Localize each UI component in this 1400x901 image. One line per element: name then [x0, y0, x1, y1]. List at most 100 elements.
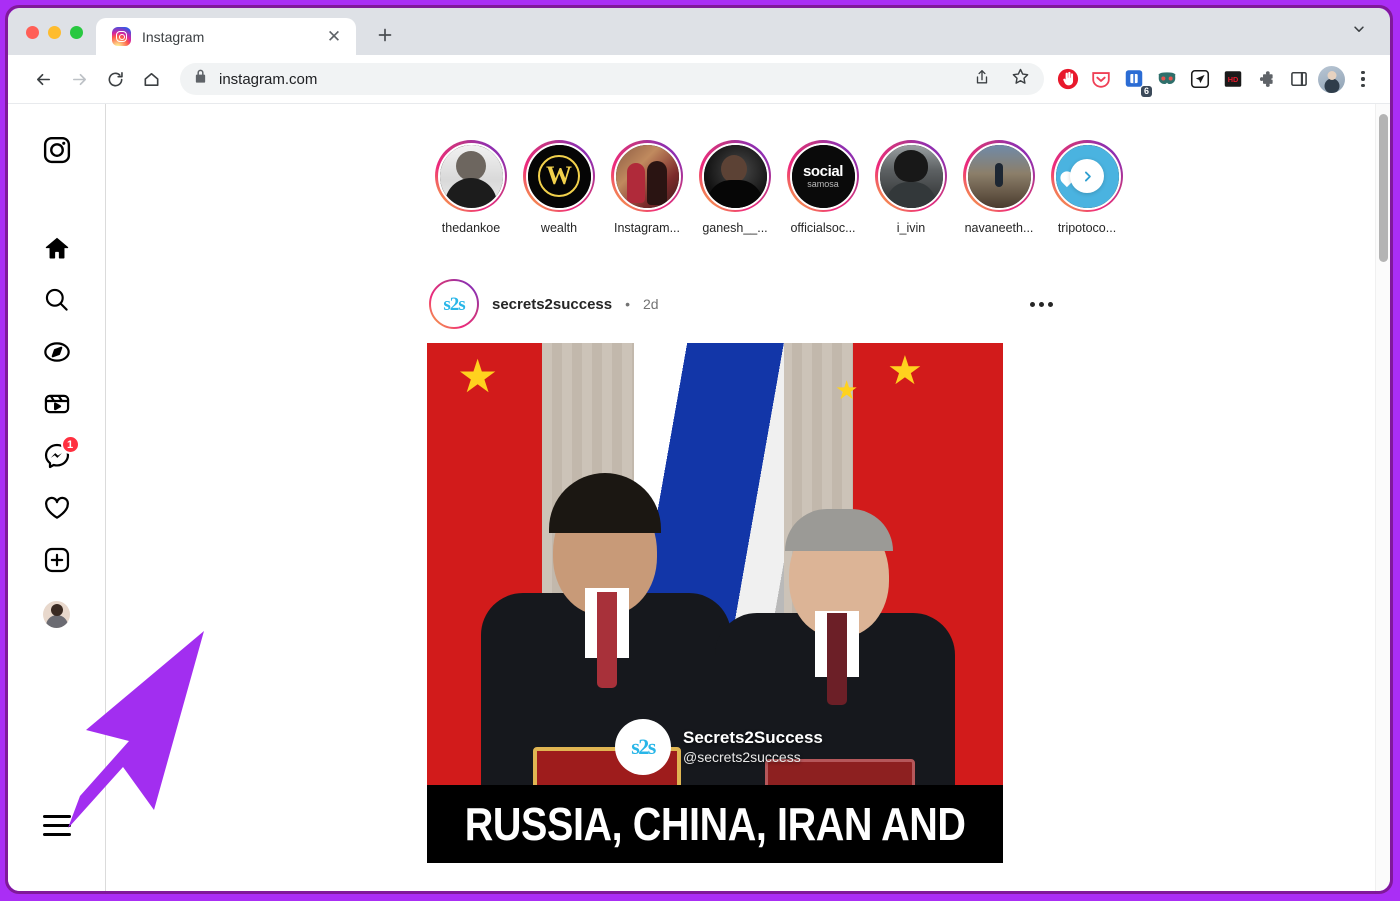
watermark-logo-text: s2s [631, 734, 656, 759]
post-headline-bar: RUSSIA, CHINA, IRAN AND [427, 785, 1003, 863]
lock-icon [194, 69, 207, 89]
close-icon[interactable]: ✕ [322, 25, 346, 49]
messages-badge: 1 [60, 435, 80, 454]
watermark-title: Secrets2Success [683, 728, 823, 748]
post-header: s2s secrets2success • 2d [427, 279, 1069, 343]
profile-avatar[interactable] [1318, 65, 1345, 93]
story-username: navaneeth... [964, 221, 1034, 235]
story-item[interactable]: social samosa officialsoc... [787, 140, 859, 235]
home-icon [43, 234, 71, 267]
story-username: tripotoco... [1057, 221, 1117, 235]
post-avatar-text: s2s [443, 293, 465, 315]
story-ring [963, 140, 1035, 212]
sidebar-item-home[interactable] [31, 224, 83, 276]
chevron-right-icon[interactable] [1070, 159, 1104, 193]
hd-extension-icon[interactable]: HD [1219, 65, 1247, 93]
sidebar-item-explore[interactable] [31, 328, 83, 380]
story-username: officialsoc... [790, 221, 856, 235]
side-panel-icon[interactable] [1285, 65, 1313, 93]
avatar: s2s [431, 281, 477, 327]
notes-extension-icon[interactable]: 6 [1120, 65, 1152, 97]
watermark-logo: s2s [615, 719, 671, 775]
tab-instagram[interactable]: Instagram ✕ [96, 18, 356, 55]
story-username: i_ivin [896, 221, 926, 235]
web-page: 1 thedankoe W wealth Instagram... ganesh… [8, 104, 1390, 891]
send-extension-icon[interactable] [1186, 65, 1214, 93]
story-username: ganesh__... [702, 221, 768, 235]
avatar [43, 600, 70, 628]
extension-badge-count: 6 [1140, 86, 1152, 97]
svg-text:HD: HD [1228, 75, 1239, 84]
back-button[interactable] [26, 62, 60, 96]
chevron-down-icon[interactable] [1352, 22, 1366, 39]
scrollbar-thumb[interactable] [1379, 114, 1388, 262]
adblock-extension-icon[interactable] [1054, 65, 1082, 93]
extensions-bar: 6 HD [1054, 64, 1376, 97]
instagram-wordmark-icon [42, 135, 72, 170]
story-item[interactable]: ganesh__... [699, 140, 771, 235]
post-headline-text: RUSSIA, CHINA, IRAN AND [464, 798, 966, 850]
instagram-feed: thedankoe W wealth Instagram... ganesh__… [106, 104, 1390, 891]
sidebar-item-instagram-logo[interactable] [31, 126, 83, 178]
share-icon[interactable] [973, 68, 991, 91]
home-button[interactable] [134, 62, 168, 96]
plus-square-icon [43, 546, 71, 579]
browser-window: Instagram ✕ instagram.com 6 HD 1 thedank… [8, 8, 1390, 891]
story-item[interactable]: i_ivin [875, 140, 947, 235]
minimize-window-button[interactable] [48, 26, 61, 39]
sidebar-item-more[interactable] [31, 799, 83, 851]
compass-icon [43, 338, 71, 371]
story-ring [435, 140, 507, 212]
instagram-sidebar: 1 [8, 104, 106, 891]
search-icon [43, 286, 70, 318]
more-options-icon[interactable] [1030, 301, 1067, 307]
kebab-menu-icon[interactable] [1350, 64, 1376, 94]
maximize-window-button[interactable] [70, 26, 83, 39]
post-image[interactable]: ★ ★ ★ s2s Secrets2Success @secrets2succe… [427, 343, 1003, 863]
story-ring [875, 140, 947, 212]
puzzle-extensions-icon[interactable] [1252, 65, 1280, 93]
tab-title: Instagram [142, 28, 205, 45]
heart-icon [43, 494, 71, 527]
sidebar-item-create[interactable] [31, 536, 83, 588]
feed-post: s2s secrets2success • 2d ★ ★ ★ s2s Secre… [427, 279, 1069, 863]
story-item[interactable]: W wealth [523, 140, 595, 235]
annotation-frame: Instagram ✕ instagram.com 6 HD 1 thedank… [0, 0, 1400, 901]
post-avatar-ring[interactable]: s2s [429, 279, 479, 329]
mask-extension-icon[interactable] [1153, 65, 1181, 93]
story-username: Instagram... [614, 221, 680, 235]
forward-button[interactable] [62, 62, 96, 96]
sidebar-item-search[interactable] [31, 276, 83, 328]
post-timestamp: 2d [643, 296, 659, 312]
url-text: instagram.com [219, 70, 318, 88]
sidebar-item-messages[interactable]: 1 [31, 432, 83, 484]
post-separator: • [625, 296, 631, 312]
story-ring [611, 140, 683, 212]
close-window-button[interactable] [26, 26, 39, 39]
browser-toolbar: instagram.com 6 HD [8, 55, 1390, 104]
hamburger-icon [42, 814, 71, 836]
story-item[interactable]: Instagram... [611, 140, 683, 235]
story-ring: W [523, 140, 595, 212]
post-watermark: s2s Secrets2Success @secrets2success [615, 719, 823, 775]
reload-button[interactable] [98, 62, 132, 96]
page-scrollbar[interactable] [1375, 104, 1390, 891]
new-tab-button[interactable] [368, 18, 402, 52]
story-ring [1051, 140, 1123, 212]
instagram-icon [112, 27, 131, 46]
pocket-extension-icon[interactable] [1087, 65, 1115, 93]
story-username: thedankoe [441, 221, 501, 235]
stories-tray: thedankoe W wealth Instagram... ganesh__… [427, 140, 1123, 235]
address-bar[interactable]: instagram.com [180, 63, 1044, 95]
sidebar-item-reels[interactable] [31, 380, 83, 432]
story-item[interactable]: navaneeth... [963, 140, 1035, 235]
star-icon[interactable] [1011, 67, 1030, 91]
browser-tab-strip: Instagram ✕ [8, 8, 1390, 55]
watermark-handle: @secrets2success [683, 748, 801, 765]
sidebar-item-notifications[interactable] [31, 484, 83, 536]
reels-icon [43, 390, 71, 423]
sidebar-item-profile[interactable] [31, 588, 83, 640]
story-item[interactable]: tripotoco... [1051, 140, 1123, 235]
story-item[interactable]: thedankoe [435, 140, 507, 235]
post-username[interactable]: secrets2success [492, 296, 612, 313]
